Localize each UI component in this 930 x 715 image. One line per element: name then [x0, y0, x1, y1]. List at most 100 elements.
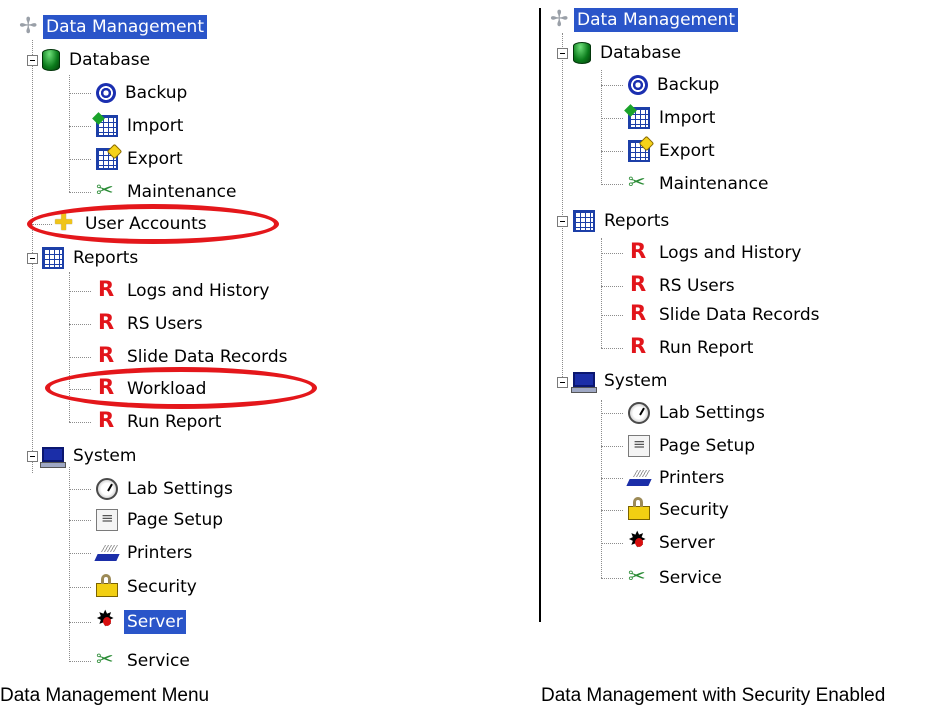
tree-item-label: Slide Data Records [127, 347, 288, 367]
tree-item-label: Lab Settings [127, 479, 233, 499]
tree-item-printers[interactable]: Printers [96, 538, 195, 568]
report-r-icon [628, 239, 650, 264]
tools-icon [628, 170, 650, 195]
tree-item-label: Server [124, 610, 186, 634]
tree-item-import[interactable]: Import [628, 103, 718, 133]
import-table-icon [628, 107, 650, 129]
lock-icon [628, 497, 650, 520]
tree-item-label: RS Users [659, 276, 735, 296]
tree-item-server[interactable]: Server [628, 528, 718, 558]
tree-connector [601, 400, 602, 578]
tree-item-label: Run Report [127, 412, 222, 432]
tree-item-label: Backup [657, 75, 720, 95]
tree-item-data-management[interactable]: Data Management [550, 5, 738, 35]
page-icon [96, 509, 118, 531]
caption-left: Data Management Menu [0, 685, 210, 706]
tree-item-maintenance[interactable]: Maintenance [96, 177, 239, 207]
backup-disc-icon [96, 83, 116, 103]
tree-item-server[interactable]: Server [96, 607, 186, 637]
tree-item-label: Server [659, 533, 715, 553]
computer-icon [571, 371, 597, 393]
tree-item-printers[interactable]: Printers [628, 463, 727, 493]
bug-icon [628, 528, 650, 554]
right-tree-panel: Data Management Database Backup Import E… [540, 0, 930, 625]
database-icon [42, 49, 60, 71]
tree-item-label: Logs and History [659, 243, 802, 263]
tree-item-label: Printers [127, 543, 193, 563]
tree-item-label: Service [659, 568, 722, 588]
tree-item-label: Printers [659, 468, 725, 488]
tree-item-reports[interactable]: Reports [42, 243, 141, 273]
tools-icon [96, 647, 118, 672]
report-r-icon [96, 277, 118, 302]
tree-item-service[interactable]: Service [96, 646, 193, 676]
tree-item-logs-and-history[interactable]: Logs and History [96, 276, 273, 306]
tree-item-export[interactable]: Export [628, 136, 718, 166]
tree-item-maintenance[interactable]: Maintenance [628, 169, 771, 199]
tree-item-label: Database [69, 50, 151, 70]
tree-item-label: Logs and History [127, 281, 270, 301]
tree-item-label: Security [127, 577, 197, 597]
tree-item-backup[interactable]: Backup [96, 78, 190, 108]
tree-item-database[interactable]: Database [573, 38, 684, 68]
tree-item-lab-settings[interactable]: Lab Settings [628, 398, 768, 428]
tree-item-system[interactable]: System [40, 441, 139, 471]
tree-item-rs-users[interactable]: RS Users [96, 309, 206, 339]
left-tree-panel: Data Management Database Backup Import E… [0, 0, 460, 680]
tree-item-rs-users[interactable]: RS Users [628, 271, 738, 301]
tree-item-run-report[interactable]: Run Report [628, 333, 756, 363]
highlight-ellipse-workload [45, 367, 317, 409]
clock-icon [96, 478, 118, 500]
tree-item-page-setup[interactable]: Page Setup [96, 505, 226, 535]
tree-item-label: Page Setup [127, 510, 224, 530]
export-table-icon [628, 140, 650, 162]
tree-item-data-management[interactable]: Data Management [19, 12, 207, 42]
tree-item-reports[interactable]: Reports [573, 206, 672, 236]
page-icon [628, 435, 650, 457]
report-r-icon [96, 343, 118, 368]
tree-item-label: Export [127, 149, 183, 169]
reports-table-icon [573, 210, 595, 232]
printer-icon [96, 542, 118, 564]
tree-item-database[interactable]: Database [42, 45, 153, 75]
collapse-toggle[interactable] [27, 451, 38, 462]
tree-root-icon [19, 14, 41, 39]
tree-item-logs-and-history[interactable]: Logs and History [628, 238, 805, 268]
tree-item-label: Security [659, 500, 729, 520]
tree-item-label: Reports [73, 248, 139, 268]
tree-item-label: RS Users [127, 314, 203, 334]
collapse-toggle[interactable] [557, 216, 568, 227]
caption-right: Data Management with Security Enabled [541, 685, 886, 706]
collapse-toggle[interactable] [27, 253, 38, 264]
tree-item-label: Backup [125, 83, 188, 103]
tree-item-backup[interactable]: Backup [628, 70, 722, 100]
tree-item-import[interactable]: Import [96, 111, 186, 141]
tree-item-label: Slide Data Records [659, 305, 820, 325]
tree-item-label: System [604, 371, 668, 391]
collapse-toggle[interactable] [557, 48, 568, 59]
export-table-icon [96, 148, 118, 170]
highlight-ellipse-user-accounts [27, 204, 279, 244]
tree-item-label: Lab Settings [659, 403, 765, 423]
tree-connector [69, 467, 70, 662]
collapse-toggle[interactable] [27, 55, 38, 66]
collapse-toggle[interactable] [557, 377, 568, 388]
tree-item-lab-settings[interactable]: Lab Settings [96, 474, 236, 504]
tree-item-page-setup[interactable]: Page Setup [628, 431, 758, 461]
tree-item-label: Data Management [43, 15, 207, 39]
clock-icon [628, 402, 650, 424]
tree-item-export[interactable]: Export [96, 144, 186, 174]
tree-item-service[interactable]: Service [628, 563, 725, 593]
tree-item-security[interactable]: Security [96, 572, 200, 602]
tree-item-label: System [73, 446, 137, 466]
computer-icon [40, 446, 66, 468]
tree-connector [601, 238, 602, 348]
tree-item-run-report[interactable]: Run Report [96, 407, 224, 437]
tree-item-label: Reports [604, 211, 670, 231]
tree-item-slide-data-records[interactable]: Slide Data Records [628, 300, 822, 330]
tree-item-security[interactable]: Security [628, 495, 732, 525]
report-r-icon [96, 310, 118, 335]
import-table-icon [96, 115, 118, 137]
tree-root-icon [550, 7, 572, 32]
tree-item-system[interactable]: System [571, 366, 670, 396]
